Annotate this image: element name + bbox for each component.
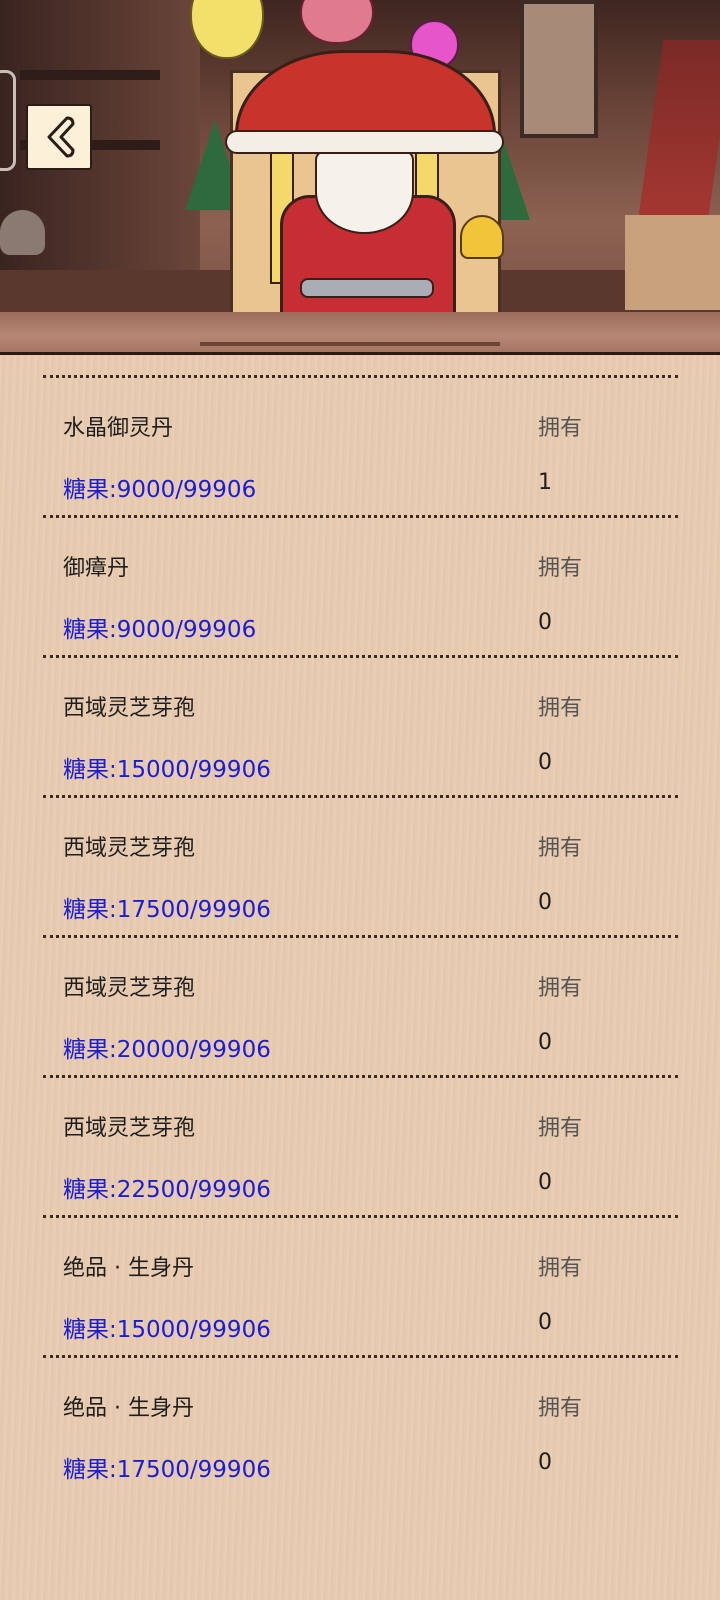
shop-banner-illustration [0, 0, 720, 318]
banner-box [625, 215, 720, 310]
banner-shelf [20, 70, 160, 80]
list-item[interactable]: 御瘴丹 糖果:9000/99906 拥有 0 [0, 515, 720, 655]
character-hat-band [225, 130, 504, 154]
item-price: 糖果:9000/99906 [63, 617, 257, 643]
character-belt [300, 278, 434, 298]
shop-item-list[interactable]: 水晶御灵丹 糖果:9000/99906 拥有 1 御瘴丹 糖果:9000/999… [0, 355, 720, 1600]
list-item[interactable]: 西域灵芝芽孢 糖果:17500/99906 拥有 0 [0, 795, 720, 935]
item-name: 西域灵芝芽孢 [63, 1116, 196, 1141]
side-edge-tab [0, 70, 16, 171]
item-name: 水晶御灵丹 [63, 416, 174, 441]
list-item[interactable]: 西域灵芝芽孢 糖果:15000/99906 拥有 0 [0, 655, 720, 795]
back-button[interactable] [26, 104, 92, 170]
owned-label: 拥有 [538, 976, 583, 1001]
dotted-divider [43, 1355, 678, 1358]
character-beard [315, 150, 414, 234]
owned-label: 拥有 [538, 1256, 583, 1281]
item-name: 绝品 · 生身丹 [63, 1256, 194, 1281]
dotted-divider [43, 1215, 678, 1218]
list-item[interactable]: 西域灵芝芽孢 糖果:22500/99906 拥有 0 [0, 1075, 720, 1215]
banner-curtain [636, 40, 720, 230]
owned-count: 0 [538, 1170, 552, 1195]
chevron-left-icon [47, 116, 75, 158]
list-item[interactable]: 水晶御灵丹 糖果:9000/99906 拥有 1 [0, 375, 720, 515]
balloon-icon [300, 0, 374, 44]
dotted-divider [43, 1075, 678, 1078]
item-price: 糖果:15000/99906 [63, 757, 271, 783]
item-name: 西域灵芝芽孢 [63, 836, 196, 861]
owned-count: 1 [538, 470, 552, 495]
dotted-divider [43, 375, 678, 378]
banner-teapot [0, 210, 45, 255]
owned-count: 0 [538, 610, 552, 635]
list-item[interactable]: 绝品 · 生身丹 糖果:15000/99906 拥有 0 [0, 1215, 720, 1355]
banner-divider [0, 312, 720, 355]
owned-count: 0 [538, 890, 552, 915]
item-price: 糖果:15000/99906 [63, 1317, 271, 1343]
owned-label: 拥有 [538, 1116, 583, 1141]
dotted-divider [43, 515, 678, 518]
dotted-divider [43, 655, 678, 658]
list-item[interactable]: 西域灵芝芽孢 糖果:20000/99906 拥有 0 [0, 935, 720, 1075]
item-name: 绝品 · 生身丹 [63, 1396, 194, 1421]
item-price: 糖果:17500/99906 [63, 1457, 271, 1483]
item-name: 西域灵芝芽孢 [63, 976, 196, 1001]
dotted-divider [43, 795, 678, 798]
bell-icon [460, 215, 504, 259]
owned-count: 0 [538, 1030, 552, 1055]
owned-label: 拥有 [538, 416, 583, 441]
owned-label: 拥有 [538, 556, 583, 581]
owned-count: 0 [538, 1450, 552, 1475]
owned-count: 0 [538, 1310, 552, 1335]
dotted-divider [43, 935, 678, 938]
balloon-icon [190, 0, 264, 59]
item-price: 糖果:9000/99906 [63, 477, 257, 503]
owned-label: 拥有 [538, 696, 583, 721]
item-name: 西域灵芝芽孢 [63, 696, 196, 721]
item-price: 糖果:22500/99906 [63, 1177, 271, 1203]
owned-label: 拥有 [538, 1396, 583, 1421]
owned-count: 0 [538, 750, 552, 775]
banner-window [520, 0, 598, 138]
owned-label: 拥有 [538, 836, 583, 861]
item-name: 御瘴丹 [63, 556, 130, 581]
item-price: 糖果:17500/99906 [63, 897, 271, 923]
item-price: 糖果:20000/99906 [63, 1037, 271, 1063]
list-item[interactable]: 绝品 · 生身丹 糖果:17500/99906 拥有 0 [0, 1355, 720, 1495]
